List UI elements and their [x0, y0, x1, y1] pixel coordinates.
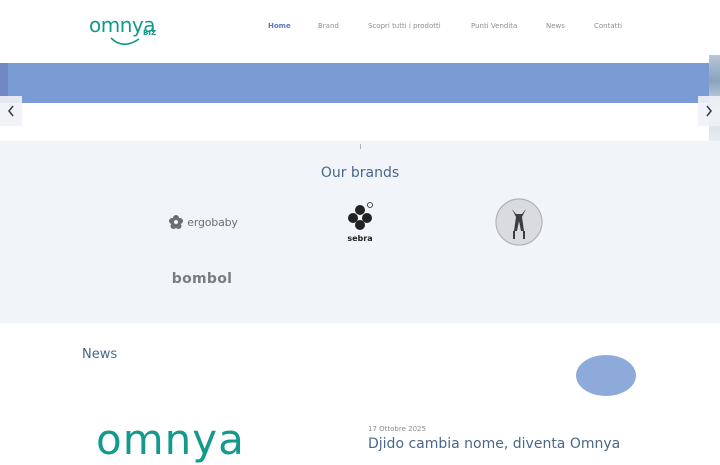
nav-punti-vendita[interactable]: Punti Vendita [471, 22, 517, 30]
slider-pagination[interactable] [358, 144, 362, 150]
chevron-right-icon [706, 105, 712, 117]
omnya-biz-logo[interactable]: omnya BIZ [89, 12, 159, 46]
hero-caption-area [0, 103, 720, 141]
brand-bombol[interactable]: bombol [163, 269, 241, 289]
sebra-label: sebra [347, 234, 372, 243]
nav-contatti[interactable]: Contatti [594, 22, 622, 30]
deer-logo-icon [495, 198, 543, 246]
ergobaby-flower-icon [169, 215, 184, 229]
bombol-label: bombol [171, 271, 233, 287]
decorative-blob [576, 355, 636, 396]
brands-section: Our brands ergobaby sebra bombol [0, 141, 720, 323]
nav-brand[interactable]: Brand [318, 22, 339, 30]
news-title: News [82, 347, 118, 362]
nav-prodotti[interactable]: Scopri tutti i prodotti [368, 22, 441, 30]
brand-sebra[interactable]: sebra [343, 201, 377, 243]
nav-home[interactable]: Home [268, 22, 291, 30]
news-section: News omnya 17 Ottobre 2025 Djido cambia … [0, 323, 720, 464]
slider-next-button[interactable] [698, 96, 720, 126]
ergobaby-label: ergobaby [187, 215, 238, 229]
brand-deer-logo[interactable] [494, 197, 544, 247]
logo-swoosh [110, 37, 140, 46]
brand-ergobaby[interactable]: ergobaby [163, 211, 243, 233]
sebra-logo: sebra [347, 202, 373, 243]
hero-slide [0, 63, 720, 103]
slider-prev-button[interactable] [0, 96, 22, 126]
brands-title: Our brands [320, 165, 400, 181]
site-header: omnya BIZ Home Brand Scopri tutti i prod… [0, 0, 720, 62]
news-post-image[interactable]: omnya [96, 415, 245, 465]
news-post-date: 17 Ottobre 2025 [368, 425, 426, 433]
nav-news[interactable]: News [546, 22, 565, 30]
chevron-left-icon [8, 105, 14, 117]
